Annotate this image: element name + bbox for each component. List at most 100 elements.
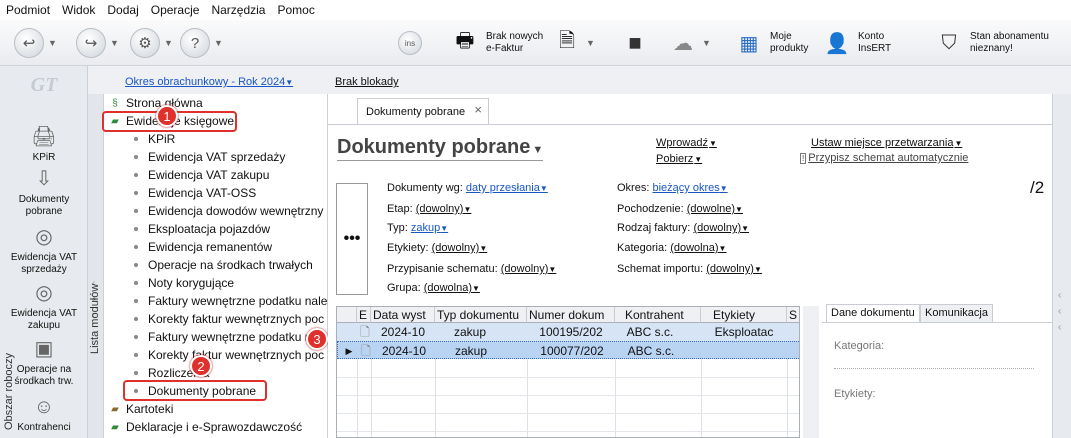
filter-label: Rodzaj faktury:	[617, 222, 691, 234]
tree-child-12[interactable]: Korekty faktur wewnętrznych poc	[104, 346, 324, 364]
tab-dokumenty-pobrane[interactable]: Dokumenty pobrane ×	[357, 98, 489, 124]
tree-child-11[interactable]: Faktury wewnętrzne podatku n	[104, 328, 311, 346]
tree-child-6[interactable]: Ewidencja remanentów	[104, 238, 272, 256]
filter-value-text: (dowolny)	[431, 242, 480, 254]
tree-child-9[interactable]: Faktury wewnętrzne podatku nale	[104, 292, 327, 310]
period-link[interactable]: Okres obrachunkowy - Rok 2024▼	[125, 76, 293, 88]
shortcut-vat-sprzedazy[interactable]: ◎ Ewidencja VAT sprzedaży	[0, 224, 88, 276]
tree-child-8[interactable]: Noty korygujące	[104, 274, 234, 292]
tab-komunikacja[interactable]: Komunikacja	[920, 304, 993, 322]
tree-child-4[interactable]: Ewidencja dowodów wewnętrzny	[104, 202, 323, 220]
help-button[interactable]: ? ▼	[180, 26, 223, 60]
wprowadz-link[interactable]: Wprowadź▼	[656, 137, 717, 149]
tree-item-deklaracje[interactable]: ▰ Deklaracje i e-Sprawozdawczość	[108, 418, 302, 436]
filter-value[interactable]: (dowolne)▼	[687, 203, 743, 215]
modules-list-label: Lista modułów	[89, 283, 101, 354]
filter-value[interactable]: (dowolny)▼	[693, 222, 749, 234]
tree-label: KPiR	[148, 132, 176, 146]
filter-value[interactable]: zakup▼	[411, 222, 448, 234]
ustaw-miejsce-link[interactable]: Ustaw miejsce przetwarzania▼	[811, 137, 962, 149]
chevron-down-icon: ▼	[164, 38, 173, 48]
tree-child-2[interactable]: Ewidencja VAT zakupu	[104, 166, 269, 184]
tab-dane-dokumentu[interactable]: Dane dokumentu	[826, 304, 920, 322]
filter-value[interactable]: (dowolny)▼	[432, 242, 488, 254]
menu-widok[interactable]: Widok	[62, 3, 95, 17]
przypisz-schemat-link[interactable]: ! Przypisz schemat automatycznie	[800, 152, 968, 164]
bullet-icon	[134, 299, 138, 303]
tree-child-1[interactable]: Ewidencja VAT sprzedaży	[104, 148, 285, 166]
bullet-icon	[134, 137, 138, 141]
forward-button[interactable]: ↪ ▼	[76, 26, 119, 60]
folder-icon: ▰	[111, 403, 119, 415]
subscription-button[interactable]: ⛉ Stan abonamentu nieznany!	[934, 26, 1066, 60]
menu-pomoc[interactable]: Pomoc	[277, 3, 314, 17]
filter-value[interactable]: (dowolny)▼	[706, 263, 762, 275]
chevron-left-icon: ‹	[1058, 306, 1062, 317]
box-button[interactable]: ■	[620, 26, 650, 60]
shortcut-dokumenty-pobrane[interactable]: ⇩ Dokumenty pobrane	[0, 166, 88, 218]
lock-link[interactable]: Brak blokady	[335, 76, 399, 88]
chevron-down-icon: ▼	[954, 139, 963, 148]
column-header-e[interactable]: E	[357, 307, 371, 323]
tree-item-kartoteki[interactable]: ▰ Kartoteki	[108, 400, 173, 418]
filter-value[interactable]: daty przesłania▼	[466, 182, 548, 194]
etykiety-label: Etykiety:	[834, 388, 876, 400]
chevron-down-icon: ▼	[472, 284, 480, 293]
column-header-s[interactable]: S	[787, 307, 799, 323]
tree-child-10[interactable]: Korekty faktur wewnętrznych poc	[104, 310, 324, 328]
menu-narzedzia[interactable]: Narzędzia	[211, 3, 265, 17]
close-icon[interactable]: ×	[474, 102, 482, 117]
tree-label: Ewidencja remanentów	[148, 240, 273, 254]
menu-operacje[interactable]: Operacje	[151, 3, 200, 17]
shortcut-vat-zakupu[interactable]: ◎ Ewidencja VAT zakupu	[0, 280, 88, 332]
shortcut-kpir[interactable]: 🖨 KPiR	[0, 124, 88, 164]
filter-value-text: (dowolna)	[670, 242, 719, 254]
column-header-numer[interactable]: Numer dokum	[527, 307, 615, 323]
account-icon: 👤	[824, 32, 850, 55]
table-row[interactable]: 🗋 2024-10 zakup 100195/202 ABC s.c. Eksp…	[337, 323, 799, 341]
cell-type: zakup	[454, 344, 488, 358]
link-label: Pobierz	[656, 153, 694, 165]
chevron-down-icon: ▼	[708, 139, 717, 148]
efaktur-button[interactable]: 🖶 Brak nowych e-Faktur	[450, 26, 548, 60]
tree-child-7[interactable]: Operacje na środkach trwałych	[104, 256, 313, 274]
column-header-kontrahent[interactable]: Kontrahent	[615, 307, 701, 323]
column-header-etykiety[interactable]: Etykiety	[701, 307, 787, 323]
filter-value[interactable]: (dowolna)▼	[670, 242, 726, 254]
tree-child-5[interactable]: Eksploatacja pojazdów	[104, 220, 270, 238]
vertical-scrollbar[interactable]	[803, 306, 819, 438]
insert-account-button[interactable]: 👤 Konto InsERT	[822, 26, 902, 60]
tools-button[interactable]: ⚙ ▼	[130, 26, 173, 60]
filter-value[interactable]: bieżący okres▼	[652, 182, 727, 194]
menu-dodaj[interactable]: Dodaj	[107, 3, 138, 17]
filter-label: Kategoria:	[617, 242, 668, 254]
tree-item-strona[interactable]: § Strona główna	[108, 94, 203, 112]
chevron-down-icon: ▼	[479, 244, 488, 253]
page-title[interactable]: Dokumenty pobrane ▼	[337, 136, 544, 161]
tree-child-3[interactable]: Ewidencja VAT-OSS	[104, 184, 256, 202]
link-label: Wprowadź	[656, 137, 708, 149]
tree-child-0[interactable]: KPiR	[104, 130, 175, 148]
menu-podmiot[interactable]: Podmiot	[6, 3, 50, 17]
back-button[interactable]: ↩ ▼	[14, 26, 57, 60]
table-row-selected[interactable]: ▶ 🗋 2024-10 zakup 100077/202 ABC s.c.	[337, 341, 799, 359]
record-counter: /2	[1030, 178, 1045, 197]
workspace-strip[interactable]: ‹ ‹ ‹	[1052, 94, 1071, 438]
filter-value[interactable]: (dowolna)▼	[424, 282, 480, 294]
filter-value[interactable]: (dowolny)▼	[416, 203, 472, 215]
filters-toggle-button[interactable]: •••	[336, 183, 368, 295]
my-products-button[interactable]: ▦ Moje produkty	[734, 26, 814, 60]
shield-icon: ⛉	[941, 31, 957, 54]
ins-button[interactable]: ins	[398, 26, 422, 60]
documents-button[interactable]: 🗎 ▼	[552, 26, 595, 60]
modules-list-strip[interactable]: ‹ ‹ ‹ Lista modułów	[88, 94, 104, 438]
filter-schemat: Schemat importu: (dowolny)▼	[617, 263, 762, 275]
filter-label: Schemat importu:	[617, 263, 704, 275]
menu-bar: Podmiot Widok Dodaj Operacje Narzędzia P…	[0, 0, 1071, 20]
cloud-button[interactable]: ☁ ▼	[668, 26, 711, 60]
column-header-typ[interactable]: Typ dokumentu	[435, 307, 527, 323]
filter-value[interactable]: (dowolny)▼	[501, 263, 557, 275]
filter-etykiety: Etykiety: (dowolny)▼	[387, 242, 487, 254]
column-header-data[interactable]: Data wyst	[371, 307, 435, 323]
pobierz-link[interactable]: Pobierz▼	[656, 153, 702, 165]
